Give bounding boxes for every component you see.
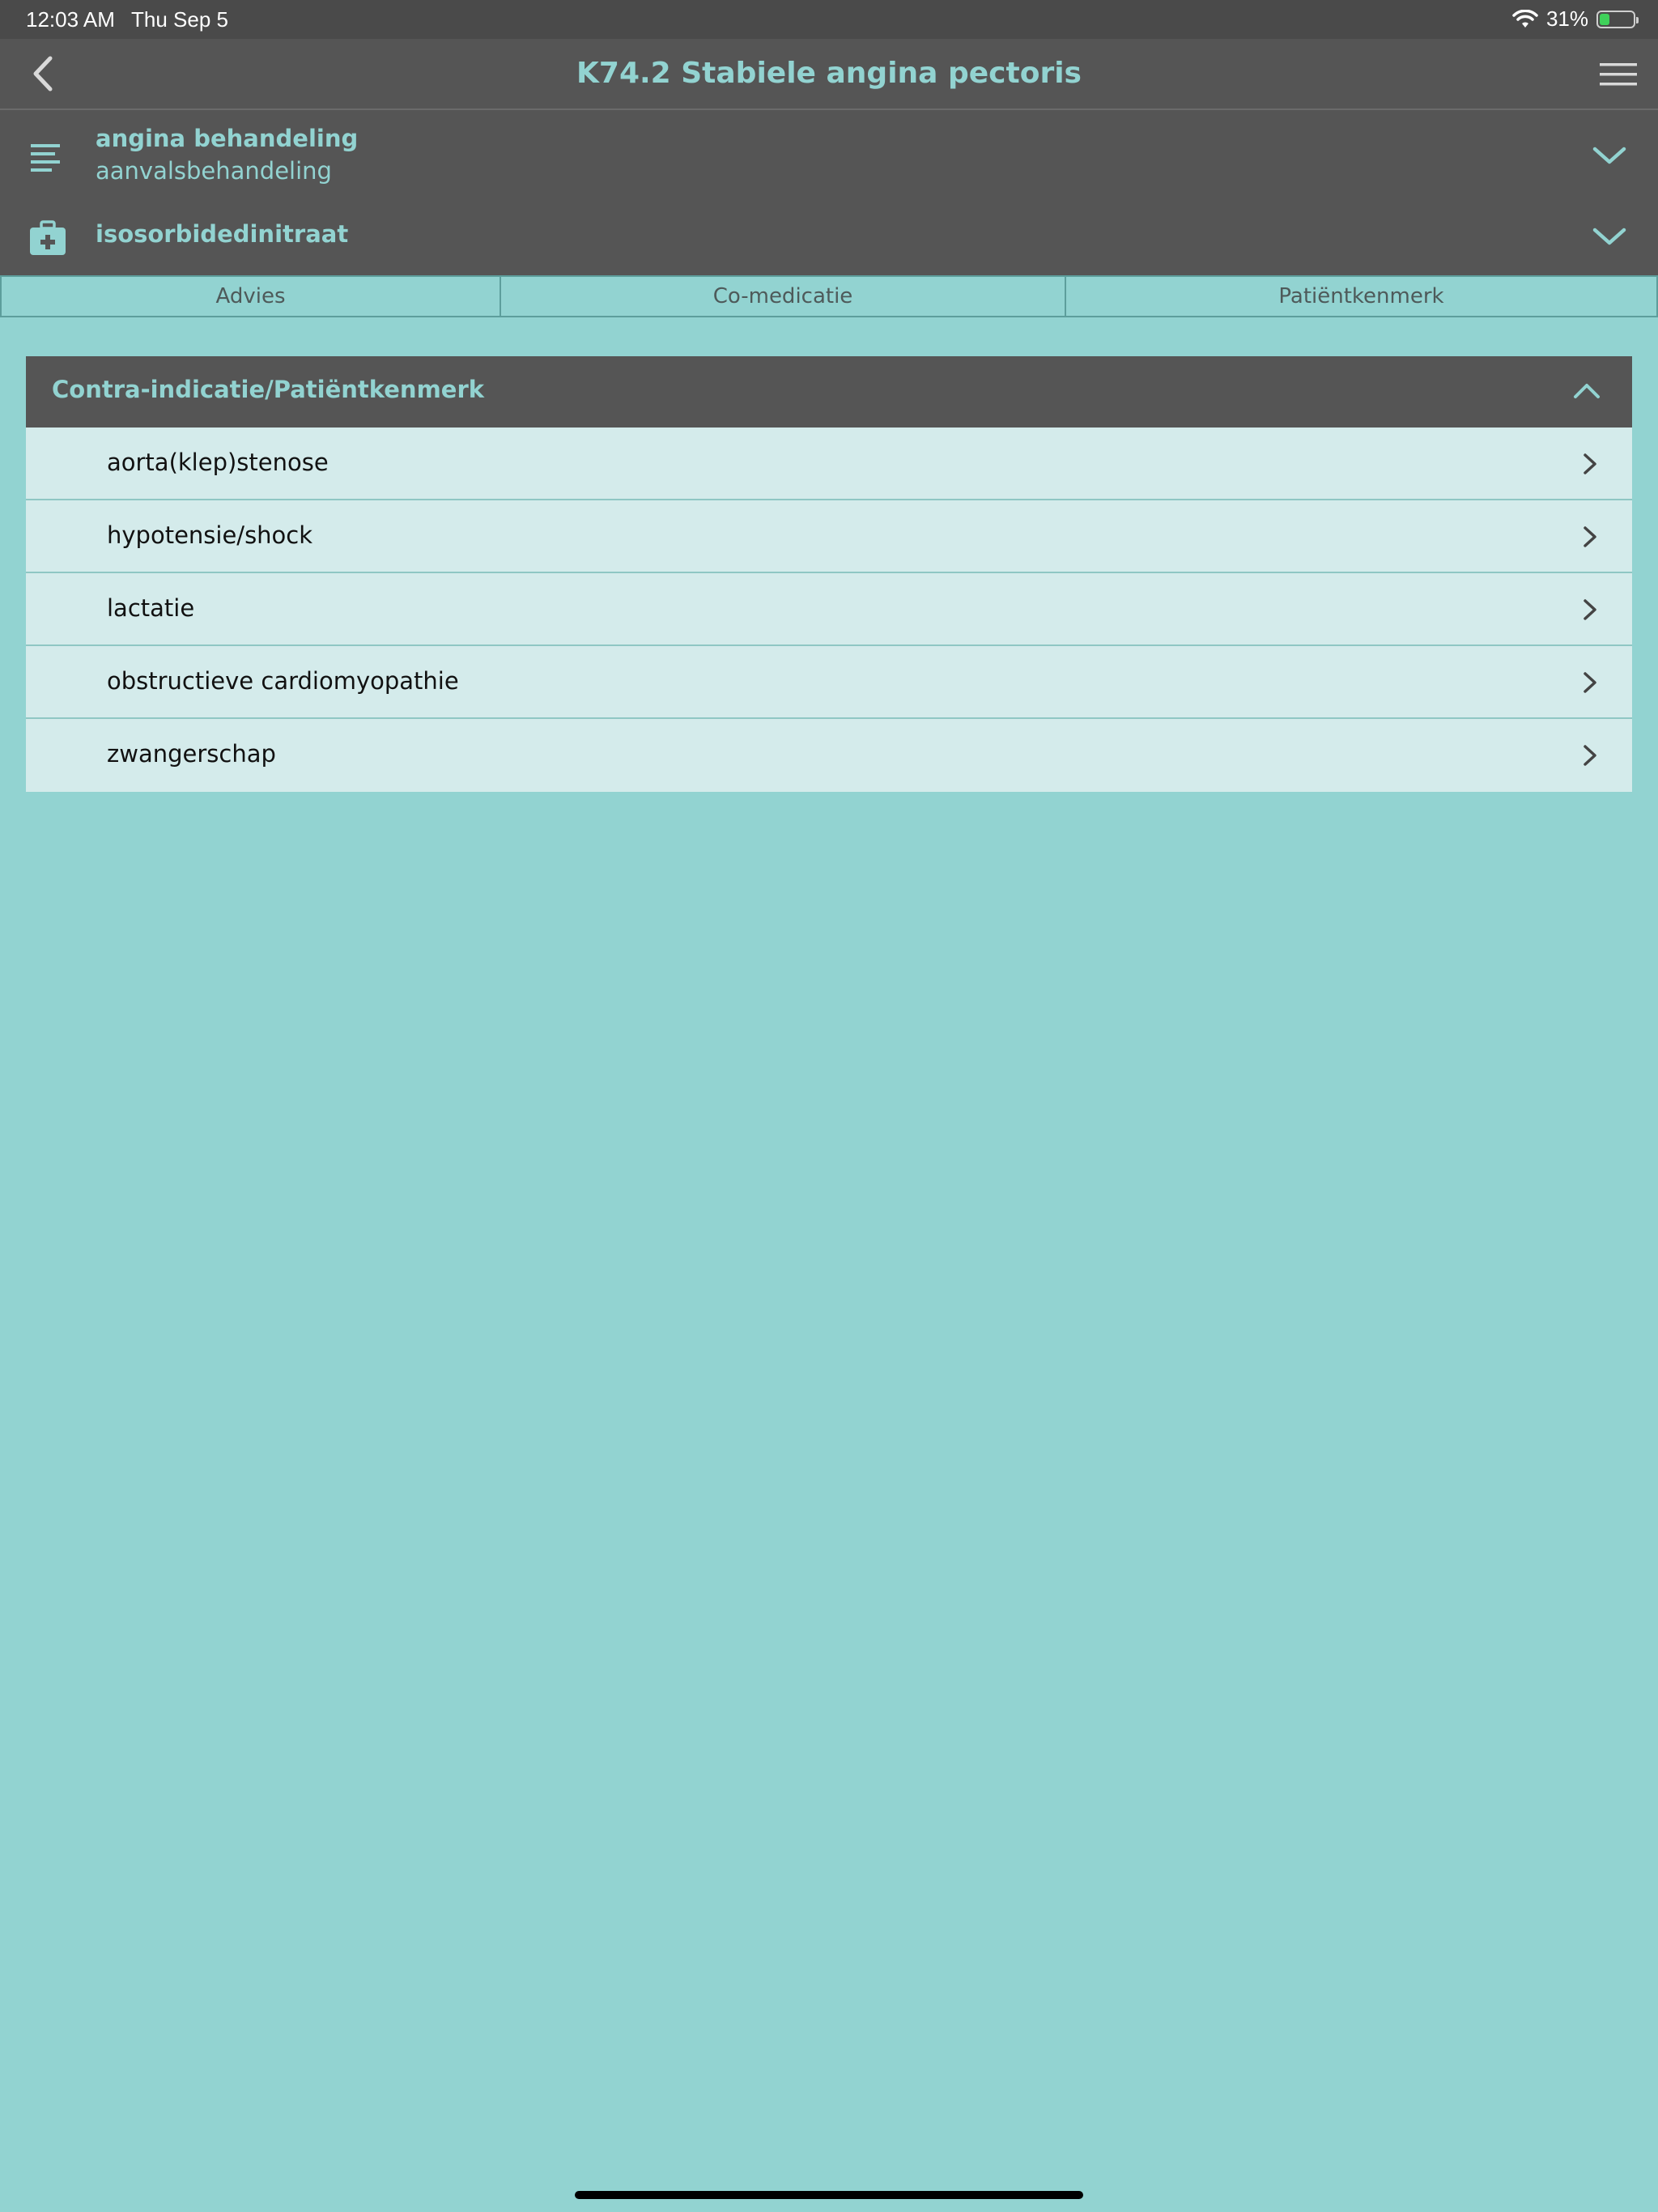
chevron-up-icon[interactable] xyxy=(1572,381,1601,400)
chevron-right-icon xyxy=(1584,745,1596,766)
treatment-subtitle: aanvalsbehandeling xyxy=(96,157,332,185)
status-date: Thu Sep 5 xyxy=(131,7,228,32)
indication-list: aorta(klep)stenose hypotensie/shock lact… xyxy=(26,428,1632,792)
list-item[interactable]: aorta(klep)stenose xyxy=(26,428,1632,500)
status-time: 12:03 AM xyxy=(26,7,115,32)
battery-percent: 31% xyxy=(1545,6,1588,31)
status-right: 31% xyxy=(1512,6,1639,32)
list-item-label: obstructieve cardiomyopathie xyxy=(107,667,459,695)
list-item-label: aorta(klep)stenose xyxy=(107,449,329,476)
list-item[interactable]: obstructieve cardiomyopathie xyxy=(26,646,1632,719)
list-item-label: zwangerschap xyxy=(107,740,276,768)
chevron-right-icon xyxy=(1584,453,1596,474)
treatment-selector[interactable]: angina behandeling aanvalsbehandeling xyxy=(0,110,1658,204)
tab-advies[interactable]: Advies xyxy=(2,277,501,316)
contra-indication-panel: Contra-indicatie/Patiëntkenmerk aorta(kl… xyxy=(26,356,1632,792)
medication-title: isosorbidedinitraat xyxy=(96,220,349,248)
medical-kit-icon xyxy=(30,220,66,255)
segment-tabs: Advies Co-medicatie Patiëntkenmerk xyxy=(0,275,1658,317)
battery-fill xyxy=(1600,13,1610,25)
selector-area: angina behandeling aanvalsbehandeling is… xyxy=(0,110,1658,275)
treatment-title: angina behandeling xyxy=(96,125,359,152)
panel-header[interactable]: Contra-indicatie/Patiëntkenmerk xyxy=(26,356,1632,428)
list-item[interactable]: hypotensie/shock xyxy=(26,500,1632,573)
tab-patientkenmerk[interactable]: Patiëntkenmerk xyxy=(1066,277,1656,316)
panel-title: Contra-indicatie/Patiëntkenmerk xyxy=(52,376,485,403)
page-title: K74.2 Stabiele angina pectoris xyxy=(576,57,1082,90)
chevron-down-icon[interactable] xyxy=(1592,225,1627,248)
hamburger-menu-icon[interactable] xyxy=(1598,58,1639,91)
text-lines-icon xyxy=(31,144,60,172)
chevron-right-icon xyxy=(1584,672,1596,693)
status-bar: 12:03 AM Thu Sep 5 31% xyxy=(0,0,1658,39)
wifi-icon xyxy=(1512,9,1538,28)
list-item-label: lactatie xyxy=(107,594,195,622)
list-item[interactable]: zwangerschap xyxy=(26,719,1632,792)
tab-co-medicatie[interactable]: Co-medicatie xyxy=(501,277,1066,316)
home-indicator[interactable] xyxy=(575,2191,1083,2199)
chevron-right-icon xyxy=(1584,526,1596,547)
chevron-down-icon[interactable] xyxy=(1592,144,1627,167)
medication-selector[interactable]: isosorbidedinitraat xyxy=(0,204,1658,275)
chevron-right-icon xyxy=(1584,599,1596,620)
list-item-label: hypotensie/shock xyxy=(107,521,313,549)
nav-bar: K74.2 Stabiele angina pectoris xyxy=(0,39,1658,110)
app-screen: 12:03 AM Thu Sep 5 31% K74.2 Stabiele an… xyxy=(0,0,1658,2212)
list-item[interactable]: lactatie xyxy=(26,573,1632,646)
battery-icon xyxy=(1596,10,1639,28)
